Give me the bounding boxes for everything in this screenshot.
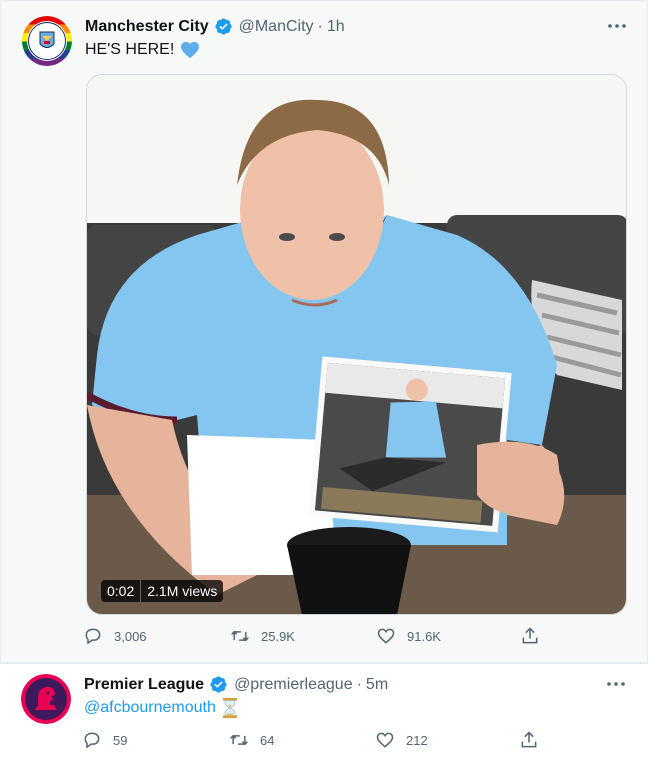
reply-icon xyxy=(84,732,100,749)
heart-icon xyxy=(377,628,395,644)
more-options-icon[interactable] xyxy=(605,18,629,34)
reply-button[interactable]: 3,006 xyxy=(83,626,147,646)
blue-heart-icon xyxy=(181,41,200,59)
share-icon xyxy=(522,627,538,644)
like-count: 212 xyxy=(406,732,428,748)
video-info-badge: 0:02 2.1M views xyxy=(101,580,224,602)
author-handle[interactable]: @ManCity xyxy=(239,18,314,36)
heart-icon xyxy=(376,732,394,748)
video-duration: 0:02 xyxy=(107,583,135,599)
mancity-crest-icon xyxy=(22,16,72,66)
verified-badge-icon xyxy=(210,676,227,693)
avatar-mancity[interactable] xyxy=(22,16,72,66)
share-button[interactable] xyxy=(520,626,551,646)
badge-divider xyxy=(140,580,142,602)
tweet-text: @afcbournemouth xyxy=(84,698,238,718)
reply-icon xyxy=(85,628,101,645)
mention-link[interactable]: @afcbournemouth xyxy=(84,699,216,717)
separator-dot: · xyxy=(356,675,362,693)
retweet-icon xyxy=(231,630,249,642)
verified-badge-icon xyxy=(214,18,232,35)
like-count: 91.6K xyxy=(407,628,441,644)
retweet-button[interactable]: 64 xyxy=(229,730,274,750)
premier-league-lion-icon xyxy=(21,674,71,724)
reply-count: 3,006 xyxy=(114,628,147,644)
author-name[interactable]: Premier League xyxy=(84,676,204,694)
retweet-icon xyxy=(230,734,248,746)
tweet-text-content: HE'S HERE! xyxy=(85,41,175,58)
tweet-text: HE'S HERE! xyxy=(85,41,200,59)
separator-dot: · xyxy=(317,17,323,35)
video-player[interactable]: 0:02 2.1M views xyxy=(86,74,627,615)
author-name[interactable]: Manchester City xyxy=(85,18,209,36)
share-button[interactable] xyxy=(519,730,550,750)
more-options-icon[interactable] xyxy=(604,676,628,692)
reply-count: 59 xyxy=(113,732,128,748)
retweet-button[interactable]: 25.9K xyxy=(230,626,295,646)
tweet-header: Premier League @premierleague · 5m xyxy=(84,675,388,694)
timestamp[interactable]: 1h xyxy=(327,18,345,36)
timestamp[interactable]: 5m xyxy=(366,676,388,694)
like-button[interactable]: 212 xyxy=(375,730,428,750)
avatar-premierleague[interactable] xyxy=(21,674,71,724)
retweet-count: 25.9K xyxy=(261,628,295,644)
tweet-mancity[interactable]: Manchester City @ManCity · 1h HE'S HERE! xyxy=(0,0,648,663)
video-views: 2.1M views xyxy=(147,583,218,599)
video-thumbnail xyxy=(87,75,626,614)
like-button[interactable]: 91.6K xyxy=(376,626,441,646)
hourglass-icon xyxy=(222,698,237,718)
reply-button[interactable]: 59 xyxy=(82,730,127,750)
share-icon xyxy=(521,731,537,748)
tweet-header: Manchester City @ManCity · 1h xyxy=(85,17,345,36)
author-handle[interactable]: @premierleague xyxy=(234,676,353,694)
retweet-count: 64 xyxy=(260,732,275,748)
